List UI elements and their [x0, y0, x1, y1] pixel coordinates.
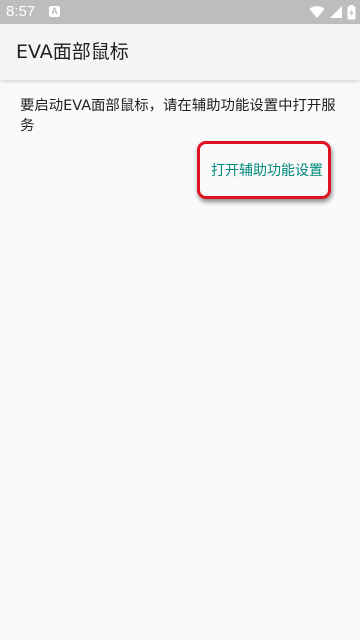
- instruction-message: 要启动EVA面部鼠标，请在辅助功能设置中打开服务: [20, 98, 336, 134]
- app-bar: EVA面部鼠标: [0, 24, 360, 80]
- status-time: 8:57: [6, 3, 36, 20]
- notification-a-icon: A: [49, 6, 60, 17]
- wifi-icon: [309, 6, 325, 19]
- page-title: EVA面部鼠标: [16, 41, 129, 63]
- open-accessibility-settings-button[interactable]: 打开辅助功能设置: [197, 141, 331, 199]
- status-bar: 8:57 A: [0, 0, 360, 24]
- status-icons: [309, 4, 356, 19]
- signal-icon: [330, 6, 342, 18]
- battery-icon: [347, 4, 356, 19]
